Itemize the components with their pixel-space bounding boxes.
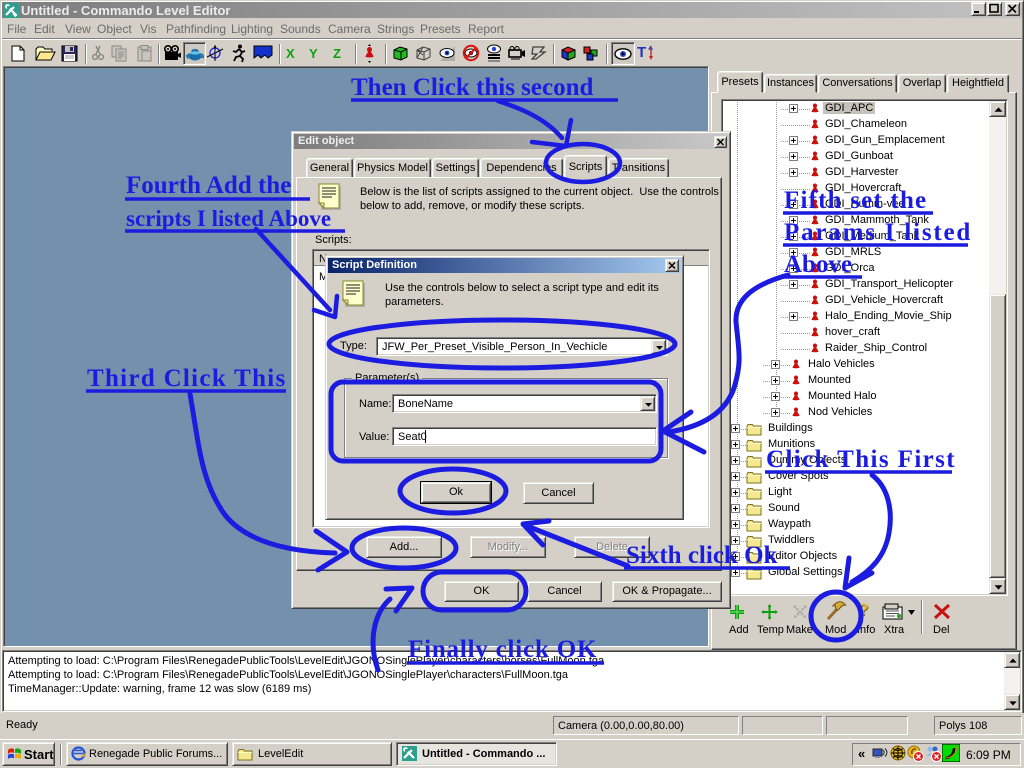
svg-text:Sixth click Ok: Sixth click Ok [626,542,778,569]
svg-text:Above: Above [784,251,852,278]
svg-text:Finally click OK: Finally click OK [408,636,597,663]
svg-text:Params I listed: Params I listed [784,219,972,246]
svg-text:Third Click This: Third Click This [87,365,287,392]
svg-text:Fourth Add the: Fourth Add the [126,172,291,199]
svg-text:Fifth set the: Fifth set the [784,187,927,214]
svg-text:Click This First: Click This First [766,446,956,473]
svg-text:Then Click this second: Then Click this second [351,74,594,101]
svg-text:scripts I listed Above: scripts I listed Above [126,206,331,231]
